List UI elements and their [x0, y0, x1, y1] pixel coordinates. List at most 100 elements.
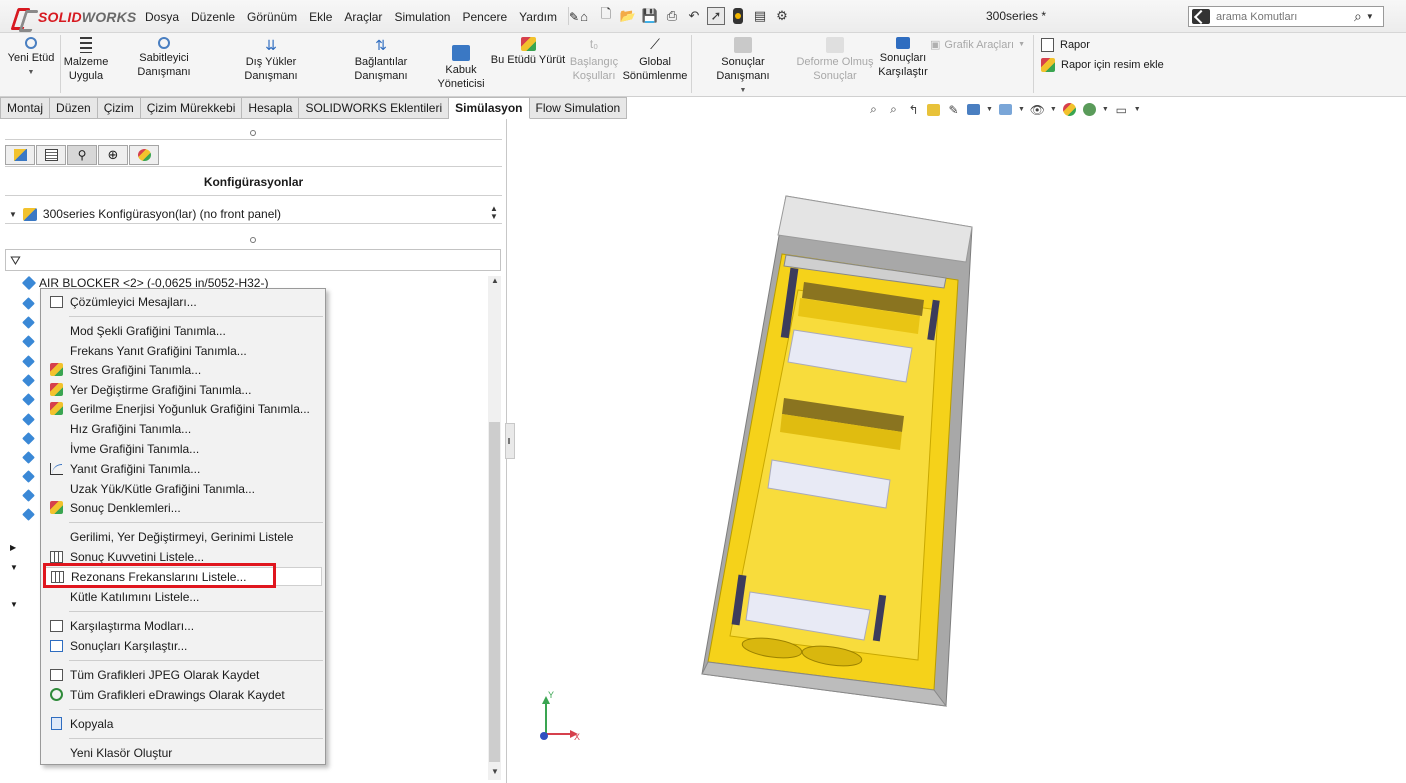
- menu-ekle[interactable]: Ekle: [309, 10, 332, 24]
- menu-item-uzak-yuk[interactable]: Uzak Yük/Kütle Grafiğini Tanımla...: [44, 479, 322, 498]
- chevron-down-icon[interactable]: ▼: [1018, 106, 1025, 113]
- tree-item[interactable]: [22, 489, 35, 502]
- tree-item[interactable]: [22, 316, 35, 329]
- menu-item-jpeg-kaydet[interactable]: Tüm Grafikleri JPEG Olarak Kaydet: [44, 665, 322, 684]
- solidworks-resources-icon[interactable]: [1192, 9, 1210, 24]
- chevron-down-icon[interactable]: ▼: [6, 66, 56, 80]
- menu-item-stres-grafigi[interactable]: Stres Grafiğini Tanımla...: [44, 360, 322, 379]
- rebuild-icon[interactable]: [729, 7, 747, 25]
- plot-tools-button[interactable]: ▣ Grafik Araçları ▼: [930, 38, 1026, 52]
- dynamic-annotation-icon[interactable]: ✎: [946, 102, 961, 117]
- tab-montaj[interactable]: Montaj: [0, 97, 51, 119]
- search-icon[interactable]: ⌕: [1354, 8, 1362, 25]
- hide-show-items-icon[interactable]: 👁: [1030, 102, 1045, 117]
- panel-grip-icon[interactable]: [250, 130, 256, 136]
- new-study-button[interactable]: Yeni Etüd ▼: [6, 37, 56, 80]
- save-icon[interactable]: 💾: [641, 7, 659, 25]
- scroll-down-icon[interactable]: ▼: [491, 767, 499, 776]
- menu-gorunum[interactable]: Görünüm: [247, 10, 297, 24]
- menu-item-cozumleyici-mesajlari[interactable]: Çözümleyici Mesajları...: [44, 292, 322, 311]
- menu-item-hiz-grafigi[interactable]: Hız Grafiğini Tanımla...: [44, 419, 322, 438]
- tab-feature-manager[interactable]: [5, 145, 35, 165]
- chevron-down-icon[interactable]: ▼: [9, 210, 17, 219]
- search-commands-box[interactable]: ⌕ ▼: [1188, 6, 1384, 27]
- menu-item-gerilimi-listele[interactable]: Gerilimi, Yer Değiştirmeyi, Gerinimi Lis…: [44, 527, 322, 546]
- chevron-down-icon[interactable]: ▼: [1018, 38, 1025, 52]
- menu-item-yeni-klasor[interactable]: Yeni Klasör Oluştur: [44, 743, 322, 762]
- search-input[interactable]: [1216, 10, 1351, 23]
- tree-item[interactable]: [22, 432, 35, 445]
- connections-advisor-button[interactable]: ⇅ Bağlantılar Danışmanı: [328, 37, 434, 83]
- panel-grip-icon[interactable]: [250, 237, 256, 243]
- menu-item-yanit-grafigi[interactable]: Yanıt Grafiğini Tanımla...: [44, 459, 322, 478]
- filter-icon[interactable]: ⛛: [10, 253, 21, 269]
- tree-item[interactable]: [22, 355, 35, 368]
- menu-dosya[interactable]: Dosya: [145, 10, 179, 24]
- collapse-arrow-icon[interactable]: ▼: [10, 563, 18, 572]
- tab-cizim-murekkebi[interactable]: Çizim Mürekkebi: [140, 97, 243, 119]
- edit-appearance-icon[interactable]: [1062, 102, 1077, 117]
- previous-view-icon[interactable]: ↰: [906, 102, 921, 117]
- shell-manager-button[interactable]: Kabuk Yöneticisi: [437, 37, 485, 91]
- menu-duzenle[interactable]: Düzenle: [191, 10, 235, 24]
- collapse-arrow-icon[interactable]: ▼: [10, 600, 18, 609]
- include-image-for-report-button[interactable]: Rapor için resim ekle: [1041, 58, 1164, 72]
- initial-conditions-button[interactable]: t₀ Başlangıç Koşulları: [568, 37, 620, 83]
- menu-item-yer-degistirme[interactable]: Yer Değiştirme Grafiğini Tanımla...: [44, 380, 322, 399]
- chevron-down-icon[interactable]: ▼: [1366, 12, 1374, 21]
- menu-item-karsilastirma-modlari[interactable]: Karşılaştırma Modları...: [44, 616, 322, 635]
- tab-duzen[interactable]: Düzen: [50, 97, 98, 119]
- open-icon[interactable]: 📂: [619, 7, 637, 25]
- menu-item-kopyala[interactable]: Kopyala: [44, 714, 322, 733]
- zoom-to-fit-icon[interactable]: ⌕: [866, 102, 881, 117]
- tree-item[interactable]: [22, 393, 35, 406]
- chevron-down-icon[interactable]: ▼: [1102, 106, 1109, 113]
- solidworks-logo[interactable]: SOLIDWORKS: [12, 7, 136, 27]
- tree-filter-bar[interactable]: ⛛: [5, 249, 501, 271]
- tree-item[interactable]: [22, 508, 35, 521]
- menu-item-sonuc-denklemleri[interactable]: Sonuç Denklemleri...: [44, 498, 322, 517]
- global-damping-button[interactable]: ⟋ Global Sönümlenme: [622, 37, 688, 83]
- file-properties-icon[interactable]: ▤: [751, 7, 769, 25]
- menu-item-mod-sekli[interactable]: Mod Şekli Grafiğini Tanımla...: [44, 321, 322, 340]
- tab-cizim[interactable]: Çizim: [97, 97, 141, 119]
- menu-yardim[interactable]: Yardım: [519, 10, 557, 24]
- fixtures-advisor-button[interactable]: Sabitleyici Danışmanı: [113, 37, 215, 79]
- menu-item-frekans-yanit[interactable]: Frekans Yanıt Grafiğini Tanımla...: [44, 341, 322, 360]
- tree-item[interactable]: [22, 335, 35, 348]
- external-loads-button[interactable]: ⇊ Dış Yükler Danışmanı: [219, 37, 323, 83]
- tab-configuration-manager[interactable]: ⚲: [67, 145, 97, 165]
- chevron-down-icon[interactable]: ▼: [694, 84, 792, 98]
- tab-simulasyon[interactable]: Simülasyon: [449, 97, 530, 119]
- print-icon[interactable]: ⎙: [663, 7, 681, 25]
- tab-dimxpert-manager[interactable]: ⊕: [98, 145, 128, 165]
- tree-item[interactable]: [22, 297, 35, 310]
- menu-item-kutle-katilimi[interactable]: Kütle Katılımını Listele...: [44, 587, 322, 606]
- tree-item[interactable]: [22, 451, 35, 464]
- menu-item-ivme-grafigi[interactable]: İvme Grafiğini Tanımla...: [44, 439, 322, 458]
- tab-solidworks-eklentileri[interactable]: SOLIDWORKS Eklentileri: [299, 97, 450, 119]
- tab-flow-simulation[interactable]: Flow Simulation: [529, 97, 628, 119]
- menu-item-gerilme-enerjisi[interactable]: Gerilme Enerjisi Yoğunluk Grafiğini Tanı…: [44, 399, 322, 418]
- deformed-results-button[interactable]: Deforme Olmuş Sonuçlar: [796, 37, 874, 83]
- select-pointer-icon[interactable]: ➚: [707, 7, 725, 25]
- menu-simulation[interactable]: Simulation: [394, 10, 450, 24]
- configuration-item[interactable]: ▼ 300series Konfigürasyon(lar) (no front…: [9, 207, 281, 221]
- view-orientation-icon[interactable]: [966, 102, 981, 117]
- tree-item[interactable]: [22, 374, 35, 387]
- chevron-down-icon[interactable]: ▼: [986, 106, 993, 113]
- expand-arrow-icon[interactable]: ▶: [10, 543, 16, 552]
- scroll-up-icon[interactable]: ▲: [491, 276, 499, 285]
- menu-item-edrawings-kaydet[interactable]: Tüm Grafikleri eDrawings Olarak Kaydet: [44, 685, 322, 704]
- tree-item[interactable]: [22, 413, 35, 426]
- options-gear-icon[interactable]: ⚙: [773, 7, 791, 25]
- report-button[interactable]: Rapor: [1041, 38, 1090, 52]
- scrollbar-thumb[interactable]: [489, 422, 500, 762]
- compare-results-button[interactable]: Sonuçları Karşılaştır: [876, 37, 930, 79]
- tab-property-manager[interactable]: [36, 145, 66, 165]
- tab-hesapla[interactable]: Hesapla: [242, 97, 300, 119]
- run-study-button[interactable]: Bu Etüdü Yürüt: [489, 37, 567, 67]
- chevron-down-icon[interactable]: ▼: [1050, 106, 1057, 113]
- new-document-icon[interactable]: 🗋: [597, 6, 615, 25]
- view-settings-icon[interactable]: ▭: [1114, 102, 1129, 117]
